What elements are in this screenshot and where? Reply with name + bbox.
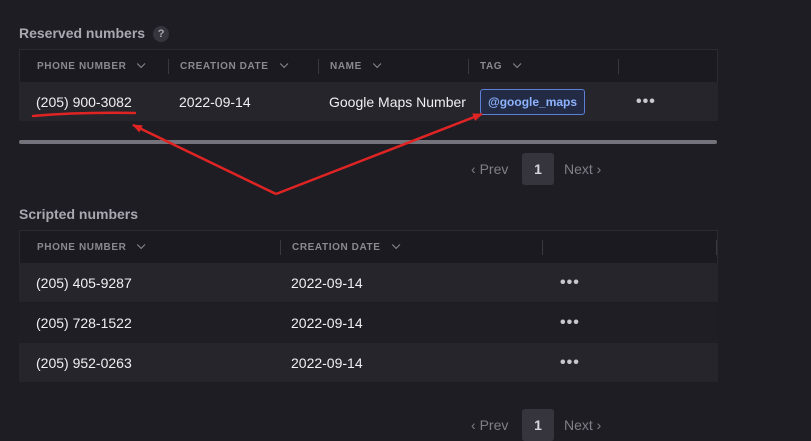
annotation-arrow-to-tag — [275, 112, 483, 196]
annotation-underline — [31, 111, 137, 118]
annotation-arrows — [31, 111, 483, 196]
annotation-arrow-to-phone — [132, 123, 277, 196]
